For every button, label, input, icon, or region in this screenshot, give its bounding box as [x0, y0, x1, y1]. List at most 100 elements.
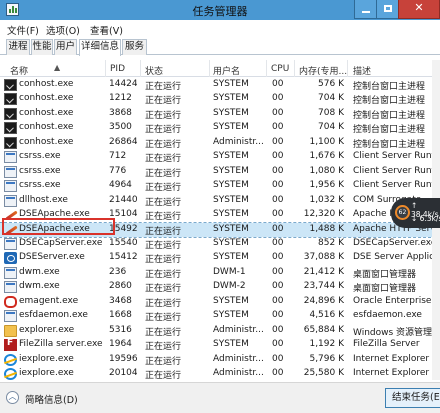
process-description: Windows 资源管理器: [353, 327, 433, 338]
process-memory: 21,412 K: [303, 266, 344, 277]
close-button[interactable]: ✕: [398, 0, 440, 19]
minimize-button[interactable]: [354, 0, 377, 19]
table-row[interactable]: csrss.exe 776 正在运行 SYSTEM 00 1,080 K Client Se…: [0, 165, 440, 180]
process-pid: 712: [109, 151, 127, 162]
process-user: SYSTEM: [213, 194, 249, 205]
table-row[interactable]: DSEServer.exe 15412 正在运行 SYSTEM 00 37,088 K DS…: [0, 251, 440, 266]
tab-bar: 进程 性能 用户 详细信息 服务: [0, 37, 440, 56]
table-row[interactable]: FileZilla server.exe 1964 正在运行 SYSTEM 00 1,19…: [0, 338, 440, 353]
process-cpu: 00: [272, 353, 284, 364]
header-name[interactable]: 名称: [10, 64, 28, 77]
table-row[interactable]: csrss.exe 712 正在运行 SYSTEM 00 1,676 K Client Se…: [0, 150, 440, 165]
table-row[interactable]: conhost.exe 26864 正在运行 Administr... 00 1,100 …: [0, 136, 440, 151]
process-memory: 576 K: [318, 79, 344, 89]
table-row[interactable]: dllhost.exe 21440 正在运行 SYSTEM 00 1,032 K COM S…: [0, 194, 440, 209]
process-memory: 23,744 K: [303, 281, 344, 292]
table-row[interactable]: csrss.exe 4964 正在运行 SYSTEM 00 1,956 K Client S…: [0, 179, 440, 194]
menu-view[interactable]: 查看(V): [90, 23, 123, 37]
table-row[interactable]: iexplore.exe 19596 正在运行 Administr... 00 5,796…: [0, 353, 440, 368]
minimize-icon: [361, 11, 370, 13]
window-icon: [4, 237, 17, 250]
process-memory: 1,192 K: [309, 339, 344, 350]
process-memory: 708 K: [318, 107, 344, 118]
oracle-icon: [4, 295, 17, 308]
process-description: FileZilla Server: [353, 339, 420, 350]
table-row[interactable]: iexplore.exe 20104 正在运行 Administr... 00 25,58…: [0, 367, 440, 380]
header-pid[interactable]: PID: [110, 64, 125, 74]
menu-options[interactable]: 选项(O): [46, 23, 80, 37]
header-status[interactable]: 状态: [145, 64, 163, 77]
table-row[interactable]: explorer.exe 5316 正在运行 Administr... 00 65,884…: [0, 324, 440, 339]
process-user: Administr...: [213, 368, 264, 378]
tab-users[interactable]: 用户: [54, 39, 77, 55]
process-memory: 5,796 K: [309, 353, 344, 364]
process-pid: 3468: [109, 295, 132, 306]
process-pid: 5316: [109, 324, 132, 335]
table-row[interactable]: DSEApache.exe 15104 正在运行 SYSTEM 00 12,320 K Ap…: [0, 208, 440, 223]
process-pid: 3500: [109, 122, 132, 133]
process-description: Client Server Runti...: [353, 151, 433, 162]
process-name: csrss.exe: [19, 165, 61, 176]
process-pid: 1964: [109, 339, 132, 350]
process-name: conhost.exe: [19, 122, 74, 133]
process-cpu: 00: [272, 209, 284, 220]
table-row[interactable]: emagent.exe 3468 正在运行 SYSTEM 00 24,896 K Oracl…: [0, 295, 440, 310]
process-memory: 37,088 K: [303, 252, 344, 263]
header-memory[interactable]: 内存(专用...: [299, 64, 347, 77]
process-pid: 3868: [109, 107, 132, 118]
window-icon: [4, 180, 17, 193]
download-speed: ↓ 6.3k/s: [411, 214, 440, 223]
filezilla-icon: [4, 338, 17, 352]
console-icon: [4, 122, 17, 135]
process-user: SYSTEM: [213, 107, 249, 118]
process-status: 正在运行: [145, 154, 182, 165]
header-description[interactable]: 描述: [353, 64, 371, 77]
process-cpu: 00: [272, 107, 284, 118]
process-cpu: 00: [272, 136, 284, 147]
table-row[interactable]: esfdaemon.exe 1668 正在运行 SYSTEM 00 4,516 K esfd…: [0, 309, 440, 324]
process-name: dwm.exe: [19, 266, 60, 277]
process-description: 控制台窗口主进程: [353, 82, 426, 92]
apache-feather-icon: [4, 209, 17, 221]
process-user: SYSTEM: [213, 252, 249, 263]
process-name: dllhost.exe: [19, 194, 68, 205]
process-memory: 1,676 K: [309, 151, 344, 162]
table-row[interactable]: dwm.exe 236 正在运行 DWM-1 00 21,412 K 桌面窗口管理器: [0, 266, 440, 281]
process-description: 控制台窗口主进程: [353, 139, 426, 150]
table-row[interactable]: dwm.exe 2860 正在运行 DWM-2 00 23,744 K 桌面窗口管理器: [0, 280, 440, 295]
process-status: 正在运行: [145, 356, 182, 367]
end-task-button[interactable]: 结束任务(E): [385, 388, 440, 408]
menu-file[interactable]: 文件(F): [7, 23, 39, 37]
process-cpu: 00: [272, 151, 284, 162]
process-status: 正在运行: [145, 110, 182, 121]
ie-icon: [4, 368, 17, 380]
close-icon: ✕: [414, 1, 424, 14]
maximize-button[interactable]: [376, 0, 399, 19]
table-row[interactable]: conhost.exe 3500 正在运行 SYSTEM 00 704 K 控制台窗口主进程: [0, 121, 440, 136]
header-cpu[interactable]: CPU: [271, 64, 289, 74]
window-icon: [4, 266, 17, 279]
network-speed-widget[interactable]: 62 ↑ 38.4k/s ↓ 6.3k/s: [391, 198, 440, 228]
process-cpu: 00: [272, 93, 284, 104]
tab-services[interactable]: 服务: [122, 39, 147, 55]
tab-performance[interactable]: 性能: [31, 39, 53, 55]
usage-percent: 62: [395, 205, 410, 220]
tab-processes[interactable]: 进程: [6, 39, 30, 55]
table-row[interactable]: conhost.exe 3868 正在运行 SYSTEM 00 708 K 控制台窗口主进程: [0, 107, 440, 122]
process-pid: 15492: [109, 223, 137, 234]
process-memory: 1,032 K: [309, 194, 344, 205]
process-status: 正在运行: [145, 197, 182, 208]
process-description: Client Server Runti...: [353, 165, 433, 176]
table-row[interactable]: conhost.exe 1212 正在运行 SYSTEM 00 704 K 控制台窗口主进程: [0, 92, 440, 107]
table-row[interactable]: DSECapServer.exe 15540 正在运行 SYSTEM 00 852 K DS…: [0, 237, 440, 252]
header-user[interactable]: 用户名: [213, 64, 240, 77]
process-status: 正在运行: [145, 342, 182, 353]
window-icon: [4, 281, 17, 294]
folder-icon: [4, 324, 17, 337]
process-memory: 25,580 K: [303, 368, 344, 378]
bottom-bar: ︿ 简略信息(D) 结束任务(E): [0, 382, 440, 413]
table-row[interactable]: conhost.exe 14424 正在运行 SYSTEM 00 576 K 控制台窗口主进…: [0, 78, 440, 93]
process-memory: 4,516 K: [309, 310, 344, 321]
tab-details[interactable]: 详细信息: [79, 39, 121, 56]
table-row[interactable]: DSEApache.exe 15492 正在运行 SYSTEM 00 1,488 K Apa…: [0, 221, 440, 238]
